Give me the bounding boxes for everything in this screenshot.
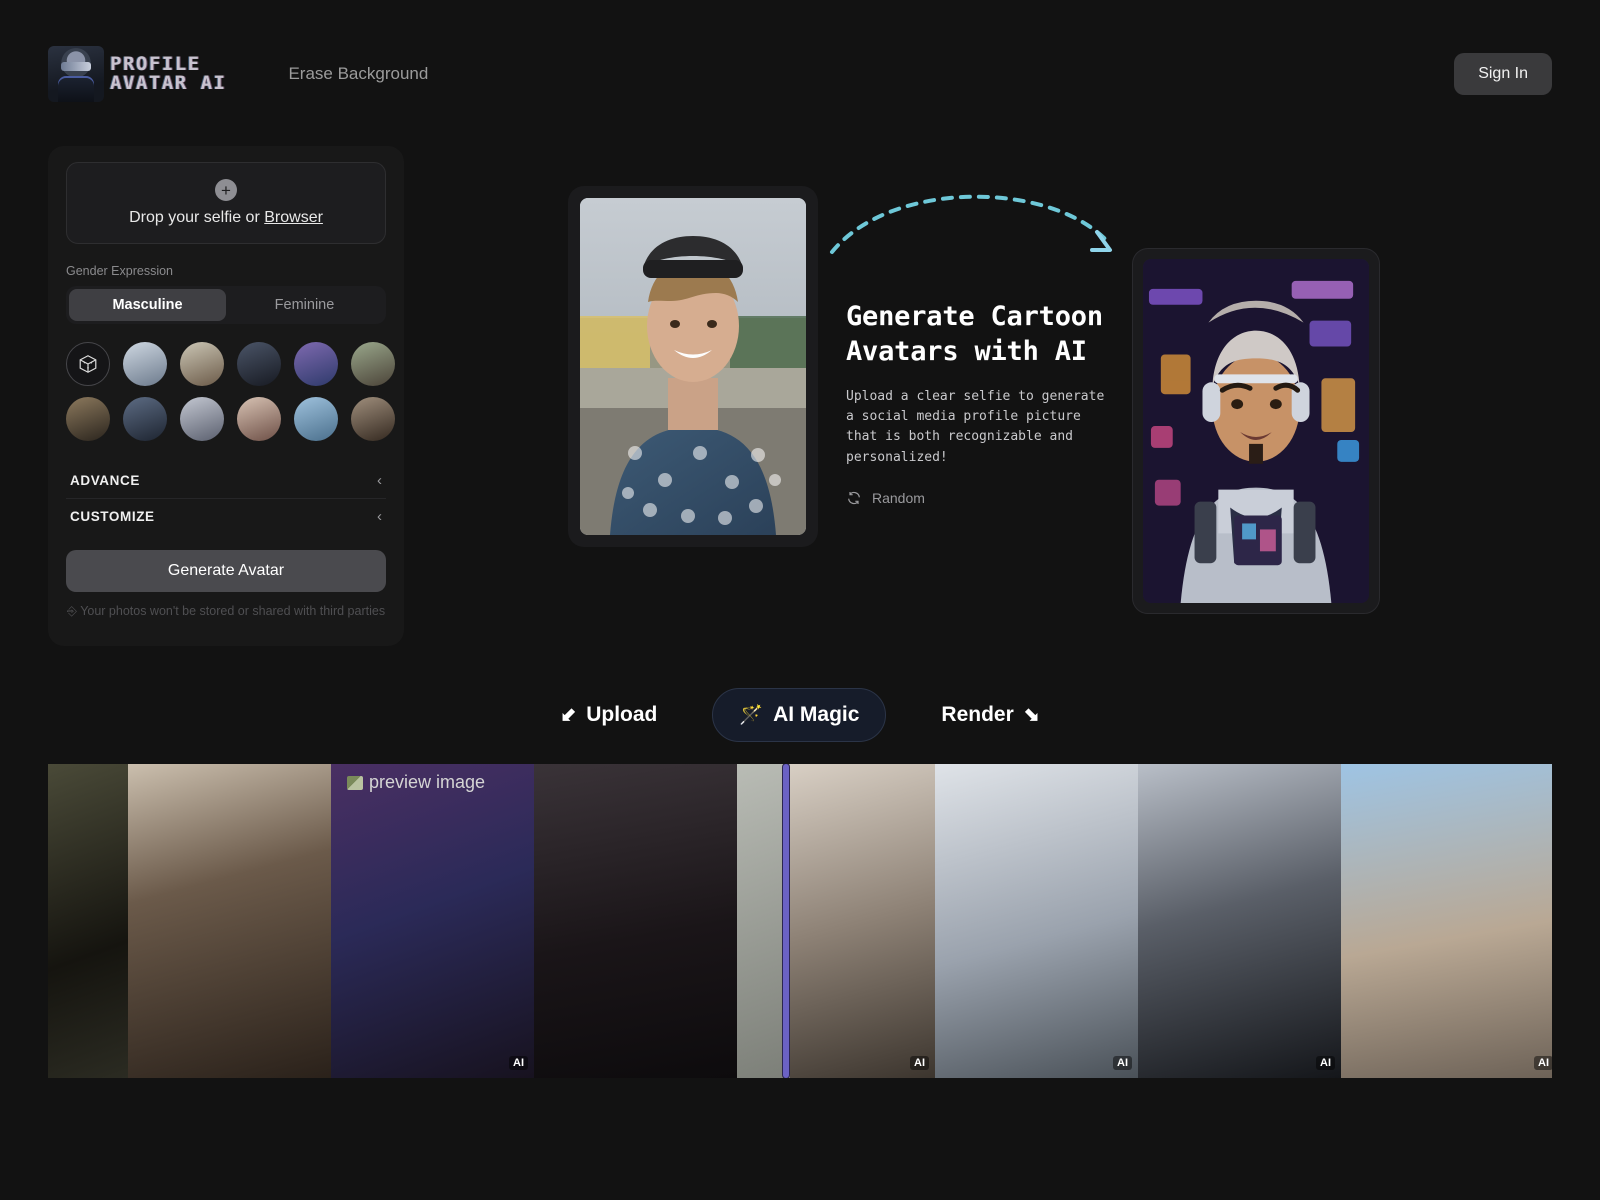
nav-erase-background[interactable]: Erase Background <box>288 64 428 84</box>
source-photo-card[interactable] <box>568 186 818 547</box>
tab-ai-magic-label: AI Magic <box>773 703 860 726</box>
avatar-style-grid <box>66 342 395 441</box>
gallery-item-6[interactable]: AI <box>790 764 935 1078</box>
privacy-note: ⎆ Your photos won't be stored or shared … <box>66 604 386 619</box>
avatar-option-11[interactable] <box>351 397 395 441</box>
source-selfie-photo <box>580 198 806 535</box>
avatar-option-2[interactable] <box>180 342 224 386</box>
tab-render-label: Render <box>941 703 1014 726</box>
dropzone[interactable]: + Drop your selfie or Browser <box>66 162 386 244</box>
hero-subtitle: Upload a clear selfie to generate a soci… <box>846 389 1105 465</box>
results-gallery[interactable]: preview image AI AI AI AI AI <box>48 764 1552 1078</box>
controls-panel: + Drop your selfie or Browser Gender Exp… <box>48 146 404 646</box>
avatar-option-6[interactable] <box>66 397 110 441</box>
upload-arrow-icon: ⬋ <box>560 704 577 726</box>
top-header: PROFILE AVATAR AI Erase Background Sign … <box>0 0 1600 148</box>
avatar-random-button[interactable] <box>66 342 110 386</box>
random-button[interactable]: Random <box>846 490 925 506</box>
avatar-option-10[interactable] <box>294 397 338 441</box>
mode-tabs: ⬋ Upload 🪄 AI Magic Render ⬊ <box>0 688 1600 742</box>
browse-link[interactable]: Browser <box>264 209 323 226</box>
plus-icon: + <box>215 179 237 201</box>
brand-line-2: AVATAR AI <box>110 72 227 94</box>
tab-render[interactable]: Render ⬊ <box>914 688 1066 742</box>
gender-option-masculine[interactable]: Masculine <box>69 289 226 321</box>
accordion-customize[interactable]: CUSTOMIZE ‹ <box>66 498 386 534</box>
refresh-cycle-icon <box>848 491 860 504</box>
brand-name: PROFILE AVATAR AI <box>110 54 227 94</box>
hero-section: Generate Cartoon Avatars with AI Upload … <box>846 300 1108 506</box>
avatar-option-7[interactable] <box>123 397 167 441</box>
tab-ai-magic[interactable]: 🪄 AI Magic <box>712 688 887 742</box>
ai-badge: AI <box>1113 1056 1132 1070</box>
gender-option-feminine[interactable]: Feminine <box>226 289 383 321</box>
privacy-text: Your photos won't be stored or shared wi… <box>80 604 386 618</box>
flow-arrow <box>820 180 1130 275</box>
shield-check-icon: ⎆ <box>66 604 77 618</box>
render-arrow-icon: ⬊ <box>1023 704 1040 726</box>
avatar-option-1[interactable] <box>123 342 167 386</box>
magic-wand-icon: 🪄 <box>739 705 764 726</box>
generated-avatar-photo <box>1143 259 1369 603</box>
accordion-advance[interactable]: ADVANCE ‹ <box>66 463 386 498</box>
gallery-item-2[interactable] <box>128 764 331 1078</box>
avatar-option-4[interactable] <box>294 342 338 386</box>
gallery-item-3[interactable]: preview image AI <box>331 764 534 1078</box>
brand-avatar-icon <box>48 46 104 102</box>
result-photo-card[interactable] <box>1132 248 1380 614</box>
chevron-left-icon: ‹ <box>377 508 382 525</box>
gallery-item-8[interactable]: AI <box>1138 764 1341 1078</box>
source-photo-render <box>580 198 806 535</box>
random-label: Random <box>872 489 925 506</box>
ai-badge: AI <box>1534 1056 1552 1070</box>
generate-avatar-button[interactable]: Generate Avatar <box>66 550 386 592</box>
result-photo-render <box>1143 259 1369 603</box>
avatar-option-3[interactable] <box>237 342 281 386</box>
avatar-option-5[interactable] <box>351 342 395 386</box>
tab-upload-label: Upload <box>586 703 658 726</box>
chevron-left-icon: ‹ <box>377 472 382 489</box>
gallery-item-9[interactable]: AI <box>1341 764 1552 1078</box>
ai-badge: AI <box>1316 1056 1335 1070</box>
tab-upload[interactable]: ⬋ Upload <box>533 688 684 742</box>
dropzone-text: Drop your selfie or <box>129 209 265 226</box>
gallery-divider-handle[interactable] <box>783 764 789 1078</box>
avatar-option-9[interactable] <box>237 397 281 441</box>
dice-cube-icon <box>79 355 97 373</box>
gender-label: Gender Expression <box>66 264 174 278</box>
avatar-option-8[interactable] <box>180 397 224 441</box>
dashed-arrow-icon <box>830 194 1112 254</box>
accordion-advance-label: ADVANCE <box>70 473 140 488</box>
ai-badge: AI <box>910 1056 929 1070</box>
ai-badge: AI <box>509 1056 528 1070</box>
app-root: PROFILE AVATAR AI Erase Background Sign … <box>0 0 1600 1200</box>
accordion-customize-label: CUSTOMIZE <box>70 509 155 524</box>
gallery-item-1[interactable] <box>48 764 128 1078</box>
gallery-item-4[interactable] <box>534 764 737 1078</box>
dropzone-label: Drop your selfie or Browser <box>129 209 323 227</box>
page-title: Generate Cartoon Avatars with AI <box>846 301 1103 367</box>
preview-image-alt: preview image <box>347 772 485 793</box>
brand-logo[interactable]: PROFILE AVATAR AI <box>48 46 226 102</box>
settings-accordion: ADVANCE ‹ CUSTOMIZE ‹ <box>66 463 386 534</box>
preview-image-alt-label: preview image <box>369 772 486 792</box>
gender-segmented-control: Masculine Feminine <box>66 286 386 324</box>
broken-image-icon <box>347 775 363 790</box>
sign-in-button[interactable]: Sign In <box>1454 53 1552 95</box>
gallery-item-7[interactable]: AI <box>935 764 1138 1078</box>
